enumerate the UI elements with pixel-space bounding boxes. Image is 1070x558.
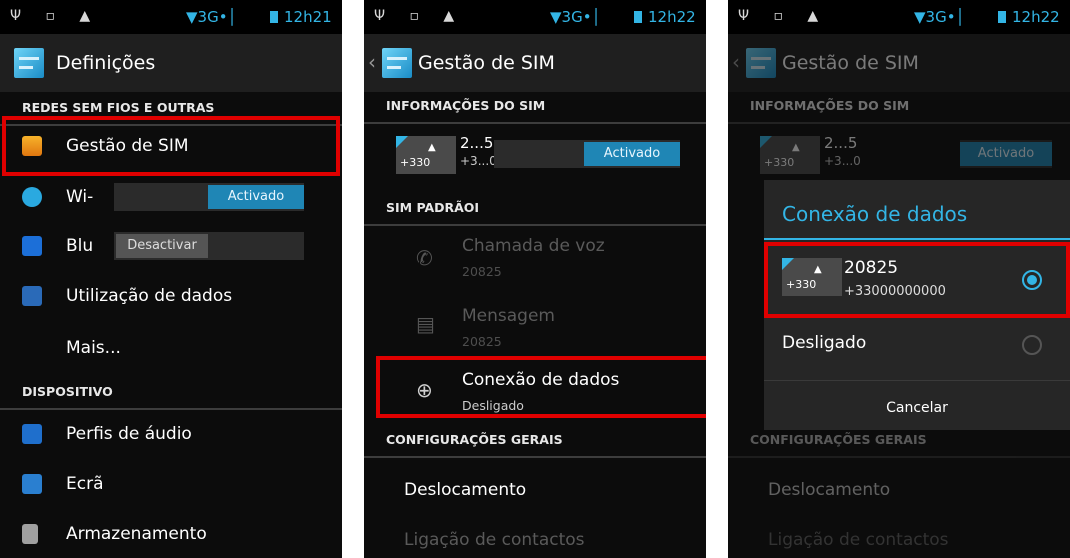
settings-item-display[interactable]: Ecrã [0,460,342,510]
display-icon [22,474,42,494]
settings-item-more[interactable]: Mais... [0,324,342,374]
page-title: Definições [56,52,156,74]
item-label: Utilização de dados [66,286,233,306]
status-time: 12h22 [634,8,696,26]
network-signal-icon: ▼3G•│ [914,8,965,26]
roaming-row: Deslocamento [728,466,1070,516]
status-left-icons: Ψ ▫ ▲ [374,8,465,24]
item-label: Ligação de contactos [404,530,585,550]
highlight-box-data-connection [376,356,706,418]
sim-management-dialog-screen: Ψ ▫ ▲ ▼3G•│ 12h22 ‹ Gestão de SIM INFORM… [728,0,1070,558]
section-header-sim-info: INFORMAÇÕES DO SIM [364,90,706,124]
page-title: Gestão de SIM [418,52,555,74]
back-chevron-icon: ‹ [732,50,740,74]
dialog-option-off[interactable]: Desligado [764,316,1070,373]
message-icon: ▤ [416,312,435,336]
status-left-icons: Ψ ▫ ▲ [738,8,829,24]
item-sub: 20825 [462,264,502,279]
data-usage-icon [22,286,42,306]
status-left-icons: Ψ ▫ ▲ [10,8,101,24]
sim-info-row: ▲ +330 2...5 +3...0 Activado [728,132,1070,176]
section-header-general: CONFIGURAÇÕES GERAIS [364,424,706,458]
highlight-box-sim [2,116,340,176]
item-label: Armazenamento [66,524,207,544]
sim-name: 2...5 [824,134,858,152]
roaming-row[interactable]: Deslocamento [364,466,706,516]
settings-app-icon [746,48,776,78]
settings-item-storage[interactable]: Armazenamento [0,510,342,558]
item-label: Deslocamento [404,480,527,500]
sim-card-icon: ▲ +330 [760,136,820,174]
status-bar: Ψ ▫ ▲ ▼3G•│ 12h22 [728,0,1070,34]
status-bar: Ψ ▫ ▲ ▼3G•│ 12h21 [0,0,342,34]
sim-card-icon: ▲ +330 [396,136,456,174]
dialog-divider [764,238,1070,240]
toggle-on-label: Activado [208,185,304,209]
sim-toggle[interactable]: Activado [494,140,680,168]
network-signal-icon: ▼3G•│ [186,8,237,26]
item-label: Ecrã [66,474,104,494]
item-label: Perfis de áudio [66,424,192,444]
section-header-default-sim: SIM PADRÃOI [364,192,706,226]
wifi-toggle[interactable]: Activado [114,183,304,211]
battery-icon [634,11,642,23]
highlight-box-dialog-option [764,242,1070,318]
section-header-sim-info: INFORMAÇÕES DO SIM [728,90,1070,124]
bluetooth-toggle[interactable]: Desactivar [114,232,304,260]
settings-app-icon [14,48,44,78]
action-bar: ‹ Gestão de SIM [728,34,1070,92]
toggle-off-label: Desactivar [116,234,208,258]
status-time: 12h21 [270,8,332,26]
network-signal-icon: ▼3G•│ [550,8,601,26]
page-title: Gestão de SIM [782,52,919,74]
audio-profiles-icon [22,424,42,444]
status-bar: Ψ ▫ ▲ ▼3G•│ 12h22 [364,0,706,34]
item-label: Mais... [66,338,121,358]
sim-management-screen: Ψ ▫ ▲ ▼3G•│ 12h22 ‹ Gestão de SIM INFORM… [364,0,706,558]
voice-call-row[interactable]: ✆ Chamada de voz 20825 [364,234,706,294]
action-bar: Definições [0,34,342,92]
settings-app-icon [382,48,412,78]
option-off-label: Desligado [782,333,867,353]
action-bar[interactable]: ‹ Gestão de SIM [364,34,706,92]
item-sub: 20825 [462,334,502,349]
contacts-link-row[interactable]: Ligação de contactos [364,520,706,558]
radio-unselected[interactable] [1022,335,1042,355]
section-header-general: CONFIGURAÇÕES GERAIS [728,424,1070,458]
settings-item-data-usage[interactable]: Utilização de dados [0,272,342,322]
settings-item-wifi[interactable]: Wi- Activado [0,173,342,223]
bluetooth-icon [22,236,42,256]
phone-icon: ✆ [416,246,433,270]
section-header-device: DISPOSITIVO [0,376,342,410]
sim-name: 2...5 [460,134,494,152]
toggle-on-label: Activado [960,142,1052,166]
item-label: Blu [66,236,94,256]
battery-icon [270,11,278,23]
item-label: Wi- [66,187,94,207]
item-label: Deslocamento [768,480,891,500]
settings-screen: Ψ ▫ ▲ ▼3G•│ 12h21 Definições REDES SEM F… [0,0,342,558]
item-label: Mensagem [462,306,555,326]
item-label: Chamada de voz [462,236,605,256]
sim-number: +3...0 [824,154,861,168]
toggle-on-label: Activado [584,142,680,166]
wifi-icon [22,187,42,207]
sim-toggle: Activado [960,140,1052,168]
item-label: Ligação de contactos [768,530,949,550]
sim-number: +3...0 [460,154,497,168]
settings-item-audio-profiles[interactable]: Perfis de áudio [0,410,342,460]
storage-icon [22,524,38,544]
battery-icon [998,11,1006,23]
settings-item-bluetooth[interactable]: Blu Desactivar [0,222,342,272]
contacts-link-row: Ligação de contactos [728,520,1070,558]
back-chevron-icon[interactable]: ‹ [368,50,376,74]
status-time: 12h22 [998,8,1060,26]
dialog-title: Conexão de dados [782,202,968,226]
sim-info-row[interactable]: ▲ +330 2...5 +3...0 Activado [364,132,706,176]
